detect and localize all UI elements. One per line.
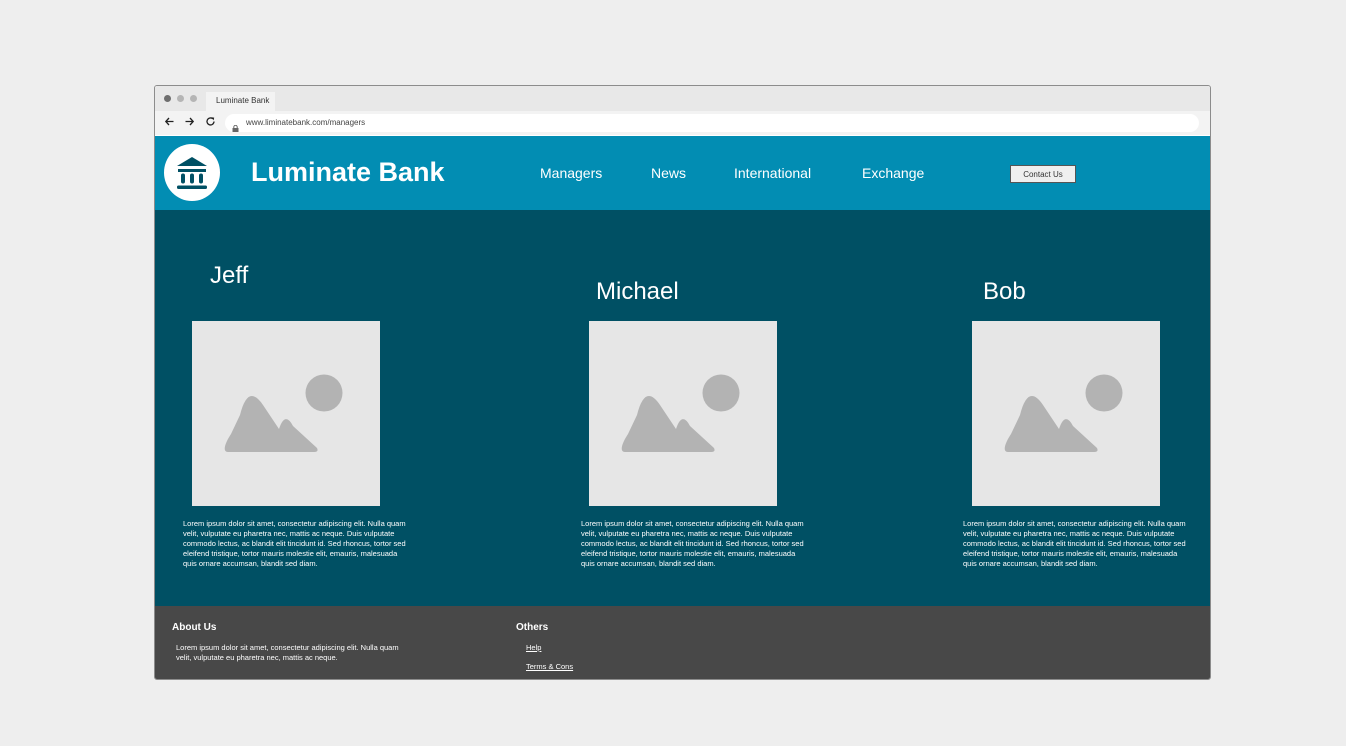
browser-window: Luminate Bank www.liminatebank.com/manag…	[154, 85, 1211, 680]
manager-photo	[972, 321, 1160, 506]
image-placeholder-icon	[621, 374, 740, 452]
manager-bio: Lorem ipsum dolor sit amet, consectetur …	[581, 519, 804, 568]
footer-link-terms[interactable]: Terms & Cons	[526, 662, 573, 671]
window-maximize-dot[interactable]	[190, 95, 197, 102]
window-close-dot[interactable]	[164, 95, 171, 102]
managers-section: Jeff Lorem ipsum dolor sit amet, consect…	[155, 210, 1210, 606]
browser-address-bar: www.liminatebank.com/managers	[155, 111, 1210, 135]
lock-icon	[232, 119, 239, 132]
site-footer: About Us Lorem ipsum dolor sit amet, con…	[155, 606, 1210, 679]
browser-tab[interactable]: Luminate Bank	[206, 92, 275, 111]
manager-name: Bob	[983, 278, 1026, 305]
url-text: www.liminatebank.com/managers	[246, 118, 366, 127]
image-placeholder-icon	[1004, 374, 1123, 452]
nav-link-managers[interactable]: Managers	[540, 165, 602, 181]
manager-bio: Lorem ipsum dolor sit amet, consectetur …	[183, 519, 406, 568]
browser-tab-bar: Luminate Bank	[155, 86, 1210, 111]
footer-link-help[interactable]: Help	[526, 643, 541, 652]
manager-photo	[589, 321, 777, 506]
nav-link-news[interactable]: News	[651, 165, 686, 181]
manager-name: Jeff	[210, 262, 249, 289]
footer-about-text: Lorem ipsum dolor sit amet, consectetur …	[176, 643, 399, 662]
window-minimize-dot[interactable]	[177, 95, 184, 102]
nav-link-exchange[interactable]: Exchange	[862, 165, 924, 181]
footer-others-title: Others	[516, 622, 549, 633]
site-header: Luminate Bank Managers News Internationa…	[155, 136, 1210, 210]
url-field[interactable]: www.liminatebank.com/managers	[225, 114, 1199, 132]
footer-about-title: About Us	[172, 622, 217, 633]
manager-bio: Lorem ipsum dolor sit amet, consectetur …	[963, 519, 1186, 568]
manager-photo	[192, 321, 380, 506]
bank-icon	[177, 157, 207, 189]
browser-tab-title: Luminate Bank	[216, 96, 270, 105]
manager-name: Michael	[596, 278, 679, 305]
image-placeholder-icon	[224, 374, 343, 452]
brand-name: Luminate Bank	[251, 157, 445, 187]
nav-link-international[interactable]: International	[734, 165, 811, 181]
contact-us-button[interactable]: Contact Us	[1010, 165, 1076, 183]
arrow-left-icon[interactable]	[164, 116, 175, 130]
bank-logo[interactable]	[164, 144, 220, 201]
reload-icon[interactable]	[205, 116, 216, 130]
arrow-right-icon[interactable]	[184, 116, 195, 130]
